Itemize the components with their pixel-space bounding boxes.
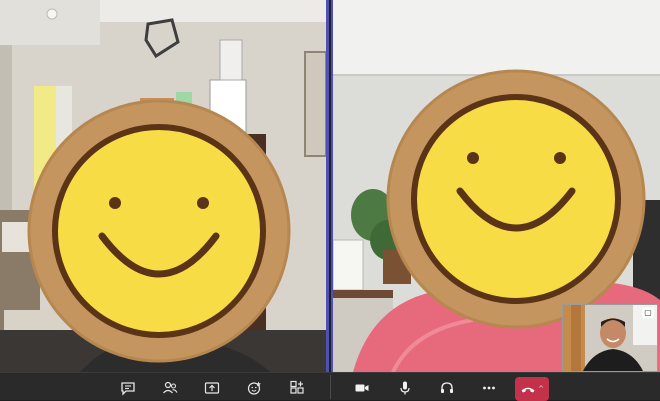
video-stage: ▢ — [0, 0, 660, 372]
mic-button[interactable] — [393, 377, 417, 399]
participant-tile-right[interactable]: ▢ — [331, 0, 660, 372]
more-icon — [483, 386, 495, 390]
hang-up-icon — [521, 387, 535, 393]
toolbar-divider — [330, 375, 331, 399]
people-icon — [163, 381, 178, 394]
smiley-face-overlay-right — [386, 69, 646, 329]
chat-icon — [121, 382, 135, 396]
audio-button[interactable] — [435, 377, 459, 399]
participant-video-left — [0, 0, 326, 372]
chat-button[interactable] — [116, 377, 140, 399]
camera-button[interactable] — [350, 377, 374, 399]
pop-out-icon[interactable]: ▢ — [642, 308, 654, 318]
mic-icon — [400, 381, 410, 395]
share-icon — [204, 382, 220, 394]
participant-tile-left[interactable] — [0, 0, 329, 372]
camera-icon — [355, 384, 369, 392]
apps-button[interactable] — [285, 377, 309, 399]
self-view-video[interactable]: ▢ — [562, 304, 658, 372]
share-button[interactable] — [200, 377, 224, 399]
meeting-toolbar: ^ — [0, 372, 660, 401]
reactions-icon — [247, 381, 261, 395]
leave-call-button[interactable]: ^ — [515, 377, 549, 401]
more-button[interactable] — [477, 377, 501, 399]
chevron-up-icon[interactable]: ^ — [538, 385, 544, 393]
smiley-face-overlay-left — [27, 99, 291, 363]
headset-icon — [441, 382, 453, 393]
reactions-button[interactable] — [243, 377, 267, 399]
people-button[interactable] — [158, 377, 182, 399]
apps-icon — [290, 380, 304, 394]
